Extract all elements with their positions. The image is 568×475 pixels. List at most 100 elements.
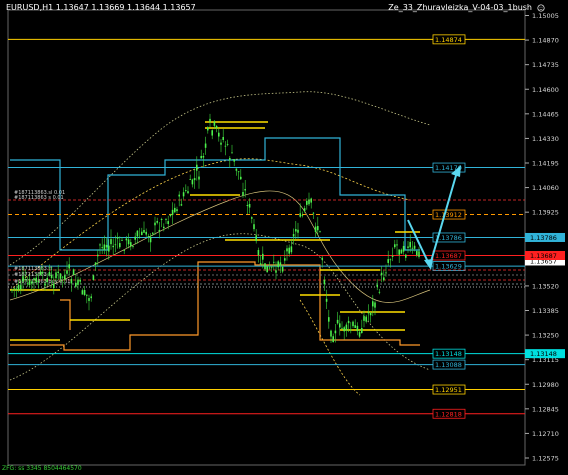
candle-body <box>226 143 229 145</box>
level-label: 1.13687 <box>435 252 462 260</box>
candle-body <box>189 179 191 180</box>
candle-body <box>156 220 158 223</box>
candle-body <box>378 291 381 293</box>
axis-level-label: 1.13786 <box>530 234 557 242</box>
indicator-name: Ze_33_Zhuravleizka_V-04-03_1bush <box>388 3 532 12</box>
status-text: ZFG: ss 3345 8504464570 <box>2 465 82 472</box>
level-lines: 1.148741.141701.139121.137861.136871.136… <box>8 34 525 419</box>
candle-body <box>53 283 55 289</box>
candle-body <box>248 203 251 208</box>
candle-body <box>372 301 374 307</box>
candle-body <box>152 232 154 234</box>
candle-body <box>273 261 275 263</box>
level-label: 1.12951 <box>435 386 462 394</box>
candle-body <box>402 245 405 252</box>
candle-body <box>336 319 339 324</box>
candle-body <box>105 244 108 248</box>
candle-body <box>59 273 62 279</box>
candle-body <box>55 272 57 279</box>
level-label: 1.13088 <box>435 361 462 369</box>
candle-body <box>347 320 350 324</box>
candle-body <box>281 266 284 272</box>
candle-body <box>398 249 400 255</box>
candle-body <box>42 272 44 274</box>
level-label: 1.12818 <box>435 410 462 418</box>
candle-body <box>341 327 343 329</box>
candle-body <box>303 208 306 212</box>
candle-body <box>46 277 48 283</box>
candle-body <box>44 283 46 286</box>
candle-body <box>35 277 37 283</box>
candle-body <box>50 274 53 279</box>
candle-body <box>266 266 268 273</box>
candle-body <box>352 321 354 327</box>
smiley-face <box>537 4 545 12</box>
candle-body <box>308 199 310 205</box>
candle-body <box>361 328 363 334</box>
smiley-icon <box>537 4 545 12</box>
candle-body <box>13 288 15 290</box>
candle-body <box>413 245 416 249</box>
candle-body <box>314 226 317 233</box>
candle-body <box>264 263 266 270</box>
candle-body <box>400 249 403 254</box>
candle-body <box>64 275 66 280</box>
candle-body <box>240 176 242 180</box>
candle-body <box>334 330 337 334</box>
candle-body <box>215 126 218 129</box>
candle-body <box>345 324 348 331</box>
candle-body <box>20 285 22 290</box>
smiley-eye <box>539 6 541 8</box>
order-label: #187113863 sl <box>14 272 52 278</box>
candle-body <box>343 327 345 332</box>
axis-tick-label: 1.12575 <box>532 455 559 463</box>
candle-body <box>174 207 176 213</box>
candle-body <box>310 198 312 203</box>
order-label: #187113863 s 0.01 <box>14 195 64 201</box>
candle-body <box>108 245 110 252</box>
candle-body <box>409 241 411 248</box>
candle-body <box>367 312 370 314</box>
candle-body <box>229 157 231 161</box>
price-chart[interactable]: 1.15005 1.14870 1.14735 1.14600 1.14465 1.143… <box>0 0 568 475</box>
candle-body <box>288 247 290 254</box>
candle-body <box>119 243 121 248</box>
smiley-mouth <box>539 8 543 10</box>
axis-tick-label: 1.14735 <box>532 61 559 69</box>
lower-step-channel <box>10 261 420 351</box>
chart-window[interactable]: 1.15005 1.14870 1.14735 1.14600 1.14465 1.143… <box>0 0 568 475</box>
candle-body <box>79 279 81 282</box>
candle-body <box>136 230 139 237</box>
candle-body <box>391 255 394 257</box>
candle-body <box>209 118 211 122</box>
candle-body <box>121 240 123 241</box>
candle-body <box>275 270 277 273</box>
candle-body <box>92 275 95 280</box>
axis-tick-label: 1.12710 <box>532 430 559 438</box>
candle-body <box>101 247 103 249</box>
candle-body <box>222 136 224 140</box>
candle-body <box>295 229 297 232</box>
candle-body <box>277 261 279 268</box>
axis-level-label: 1.13687 <box>530 252 557 260</box>
candle-body <box>387 259 389 263</box>
candle-body <box>114 244 117 246</box>
candle-body <box>202 155 205 158</box>
candle-body <box>31 281 33 284</box>
candle-body <box>389 259 392 261</box>
candle-body <box>70 278 73 284</box>
axis-tick-label: 1.14465 <box>532 110 559 118</box>
candle-body <box>178 194 180 197</box>
candle-body <box>204 143 207 148</box>
candle-body <box>321 257 323 260</box>
candle-body <box>317 226 319 231</box>
lower-inner-band <box>299 299 361 396</box>
candle-body <box>416 250 418 256</box>
candle-body <box>145 231 147 235</box>
candle-body <box>328 317 330 322</box>
candle-body <box>233 159 235 162</box>
candle-body <box>125 238 128 241</box>
candle-body <box>407 246 409 248</box>
candle-body <box>231 152 233 154</box>
candle-body <box>354 325 356 328</box>
